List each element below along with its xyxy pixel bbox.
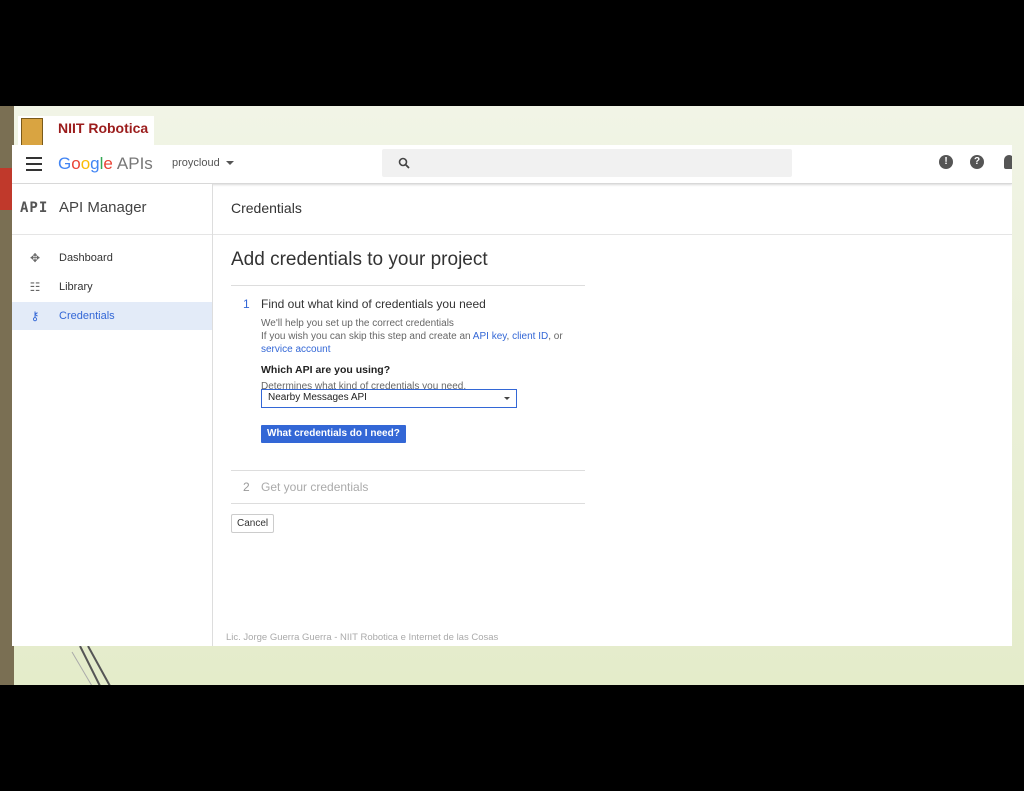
menu-icon[interactable]	[26, 157, 42, 171]
divider	[231, 470, 585, 471]
key-icon: ⚷	[30, 309, 40, 323]
library-icon: ☷	[29, 280, 41, 294]
step-1-number: 1	[243, 297, 250, 311]
sidebar-title: API Manager	[59, 199, 147, 216]
project-selector[interactable]: proycloud	[172, 157, 234, 169]
step-1-description: We'll help you set up the correct creden…	[261, 318, 454, 329]
step-2-number: 2	[243, 480, 250, 494]
api-key-link[interactable]: API key	[473, 331, 507, 342]
project-name: proycloud	[172, 157, 220, 169]
divider	[231, 285, 585, 286]
service-account-link[interactable]: service account	[261, 344, 330, 355]
cancel-button[interactable]: Cancel	[231, 514, 275, 533]
sidebar-item-dashboard[interactable]: ✥ Dashboard	[12, 244, 212, 272]
step-1-skip-text: If you wish you can skip this step and c…	[261, 331, 563, 355]
chevron-down-icon	[225, 161, 234, 166]
slide-red-tab	[0, 168, 12, 210]
presentation-slide: NIIT Robotica Google APIs proycloud ! ? A…	[0, 106, 1024, 685]
top-bar: Google APIs proycloud ! ?	[12, 145, 1012, 184]
sidebar-item-credentials[interactable]: ⚷ Credentials	[12, 302, 212, 330]
seal-icon	[21, 118, 43, 146]
sidebar-item-label: Library	[59, 281, 93, 293]
feedback-icon[interactable]: !	[939, 155, 953, 169]
client-id-link[interactable]: client ID	[512, 331, 548, 342]
chevron-down-icon	[504, 397, 510, 400]
sidebar-item-label: Dashboard	[59, 252, 113, 264]
search-icon	[398, 157, 410, 169]
section-title: Add credentials to your project	[231, 249, 488, 270]
api-question-label: Which API are you using?	[261, 364, 391, 376]
brand-google: Google	[58, 154, 113, 173]
step-1-title: Find out what kind of credentials you ne…	[261, 297, 486, 311]
notifications-icon[interactable]	[1004, 155, 1012, 169]
what-credentials-button[interactable]: What credentials do I need?	[261, 425, 406, 443]
search-input[interactable]	[382, 149, 792, 177]
step-2-title: Get your credentials	[261, 480, 369, 494]
main-content: Add credentials to your project 1 Find o…	[213, 235, 1012, 646]
logo-text: NIIT Robotica	[58, 120, 149, 136]
api-manager-window: Google APIs proycloud ! ? API API Manager…	[12, 145, 1012, 646]
dashboard-icon: ✥	[29, 251, 41, 265]
sidebar-item-label: Credentials	[59, 310, 115, 322]
slide-footer: Lic. Jorge Guerra Guerra - NIIT Robotica…	[226, 632, 499, 643]
sidebar: API API Manager ✥ Dashboard ☷ Library ⚷ …	[12, 184, 213, 646]
help-icon[interactable]: ?	[970, 155, 984, 169]
api-select-value: Nearby Messages API	[268, 392, 367, 403]
api-select[interactable]: Nearby Messages API	[261, 389, 517, 408]
sidebar-header: API API Manager	[12, 184, 212, 235]
google-apis-logo[interactable]: Google APIs	[58, 154, 153, 174]
skip-text-prefix: If you wish you can skip this step and c…	[261, 331, 471, 342]
sidebar-item-library[interactable]: ☷ Library	[12, 273, 212, 301]
page-title: Credentials	[231, 200, 302, 216]
divider	[231, 503, 585, 504]
page-header: Credentials	[213, 184, 1012, 235]
niit-logo: NIIT Robotica	[18, 116, 154, 146]
decorative-lines	[71, 646, 111, 685]
brand-apis: APIs	[116, 154, 153, 173]
api-logo-icon: API	[20, 200, 49, 216]
skip-text-or: , or	[548, 331, 563, 342]
